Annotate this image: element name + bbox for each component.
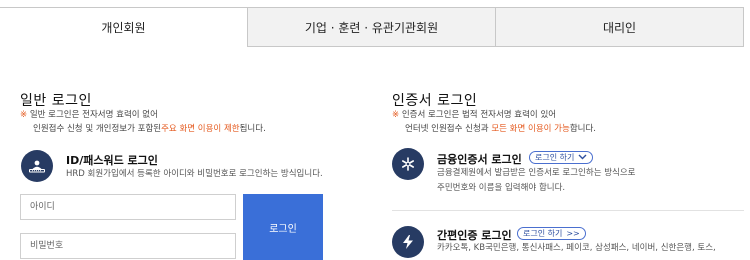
- id-login-title: ID/패스워드 로그인: [66, 154, 158, 167]
- chevron-down-icon: [578, 153, 587, 162]
- id-login-desc: HRD 회원가입에서 등록한 아이디와 비밀번호로 로그인하는 방식입니다.: [66, 169, 323, 179]
- tab-label: 대리인: [602, 20, 637, 35]
- note-line1: 일반 로그인은 전자서명 효력이 없어: [27, 110, 158, 120]
- financial-cert-desc: 금융결제원에서 발급받은 인증서로 로그인하는 방식으로 주민번호와 이름을 입…: [437, 166, 636, 196]
- note-line2-post: 됩니다.: [239, 124, 266, 134]
- general-login-title: 일반 로그인: [20, 93, 92, 109]
- id-card-icon: [21, 150, 53, 182]
- general-login-note: ※ 일반 로그인은 전자서명 효력이 없어 인원접수 신청 및 개인정보가 포함…: [20, 108, 266, 136]
- financial-login-button[interactable]: 로그인 하기: [529, 151, 594, 164]
- pill-label: 로그인 하기: [535, 153, 575, 162]
- note-line2-highlight: 모든 화면 이용이 가능: [491, 124, 570, 134]
- tab-agent[interactable]: 대리인: [496, 7, 744, 47]
- asterisk-icon: [392, 148, 424, 180]
- tab-label: 개인회원: [101, 21, 146, 35]
- financial-desc-line1: 금융결제원에서 발급받은 인증서로 로그인하는 방식으로: [437, 168, 636, 178]
- member-type-tabs: 개인회원 기업 · 훈련 · 유관기관회원 대리인: [0, 7, 744, 47]
- note-line2-pre: 인원접수 신청 및 개인정보가 포함된: [33, 124, 162, 134]
- tab-corporate[interactable]: 기업 · 훈련 · 유관기관회원: [248, 7, 496, 47]
- cert-login-title: 인증서 로그인: [392, 93, 478, 109]
- tab-label: 기업 · 훈련 · 유관기관회원: [304, 20, 439, 35]
- financial-desc-line2: 주민번호와 이름을 입력해야 합니다.: [437, 183, 566, 193]
- pill-label: 로그인 하기: [523, 229, 563, 238]
- tab-personal[interactable]: 개인회원: [0, 7, 248, 47]
- simple-auth-desc: 카카오톡, KB국민은행, 통신사패스, 페이코, 삼성패스, 네이버, 신한은…: [437, 243, 716, 253]
- financial-cert-title: 금융인증서 로그인: [437, 153, 522, 166]
- lightning-icon: [392, 226, 424, 258]
- double-chevron-right-icon: >>: [566, 229, 580, 238]
- cert-login-note: ※ 인증서 로그인은 법적 전자서명 효력이 있어 언터넷 인원접수 신청과 모…: [392, 108, 596, 136]
- section-divider: [392, 210, 744, 211]
- note-line2-pre: 언터넷 인원접수 신청과: [405, 124, 492, 134]
- note-line2-post: 합니다.: [569, 124, 596, 134]
- note-line1: 인증서 로그인은 법적 전자서명 효력이 있어: [399, 110, 557, 120]
- id-input[interactable]: [20, 194, 236, 220]
- password-input[interactable]: [20, 233, 236, 259]
- login-button[interactable]: 로그인: [243, 194, 323, 260]
- simple-login-button[interactable]: 로그인 하기 >>: [517, 227, 586, 240]
- note-line2-highlight: 주요 화면 이용이 제한: [161, 124, 240, 134]
